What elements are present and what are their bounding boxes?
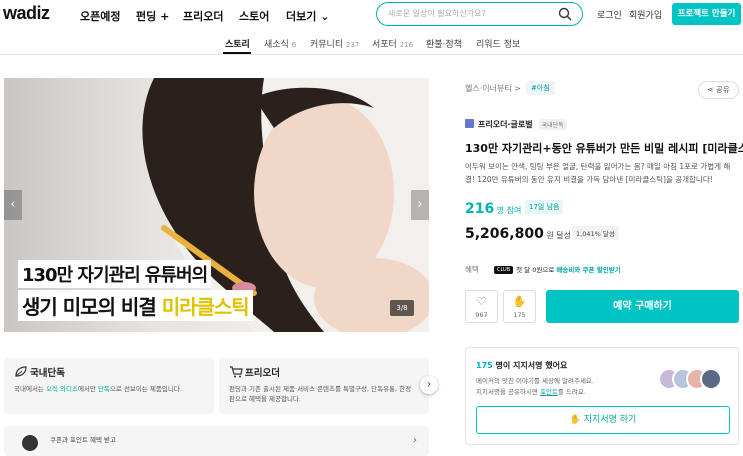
feature-title: 국내단독 bbox=[30, 368, 65, 379]
chevron-right-icon: › bbox=[413, 435, 417, 446]
carousel-next-button[interactable]: › bbox=[411, 190, 429, 220]
features-next-button[interactable]: › bbox=[420, 376, 438, 394]
club-badge: CLUB bbox=[494, 266, 514, 274]
heart-icon: ♡ bbox=[476, 295, 487, 308]
category-breadcrumb[interactable]: 헬스·이너뷰티 > bbox=[465, 83, 521, 94]
hero-caption-line2: 생기 미모의 비결 미라클스틱 bbox=[18, 290, 253, 321]
story-tabs: 스토리 새소식 6 커뮤니티 237 서포터 216 환불·정책 리워드 정보 bbox=[0, 31, 743, 55]
support-title: 175 명이 지지서명 했어요 bbox=[476, 361, 568, 370]
club-benefit-link[interactable]: CLUB 첫 달 0원으로 배송비와 쿠폰 할인받기 bbox=[494, 264, 621, 274]
support-desc: 메이커의 멋진 이야기를 세상에 알려주세요. 지지서명을 공유하시면 포인트를 … bbox=[476, 377, 594, 396]
product-title: 130만 자기관리+동안 유튜버가 만든 비밀 레시피 [미라클스틱] bbox=[465, 142, 743, 155]
carousel-pager: 3/8 bbox=[390, 300, 414, 316]
search-placeholder: 새로운 일상이 필요하신가요? bbox=[388, 9, 486, 18]
avatar bbox=[700, 368, 722, 390]
domestic-exclusive-badge: 국내단독 bbox=[538, 119, 567, 130]
login-link[interactable]: 로그인 bbox=[597, 8, 622, 21]
feature-card-preorder: 프리오더 펀딩과 기존 출시된 제품·서비스·콘텐츠를 특별구성, 단독유통, … bbox=[219, 358, 429, 414]
product-image-carousel[interactable]: ‹ › 130만 자기관리 유튜버의 생기 미모의 비결 미라클스틱 3/8 bbox=[4, 78, 429, 332]
search-input[interactable]: 새로운 일상이 필요하신가요? bbox=[376, 2, 583, 26]
tab-story[interactable]: 스토리 bbox=[225, 37, 250, 50]
feature-title: 프리오더 bbox=[245, 368, 280, 379]
support-signature-box: 175 명이 지지서명 했어요 메이커의 멋진 이야기를 세상에 알려주세요. 지… bbox=[465, 347, 739, 445]
participants-stat: 216 명 참여 bbox=[465, 201, 522, 217]
feature-desc: 펀딩과 기존 출시된 제품·서비스·콘텐츠를 특별구성, 단독유통, 한정 판으로… bbox=[229, 385, 412, 403]
tab-supporters[interactable]: 서포터 216 bbox=[372, 37, 413, 50]
create-project-button[interactable]: 프로젝트 만들기 bbox=[672, 3, 741, 25]
hashtag-badge[interactable]: #아침 bbox=[526, 81, 555, 95]
product-description: 어두워 보이는 안색, 팅팅 부은 얼굴, 탄력을 잃어가는 몸? 매일 아침 … bbox=[465, 162, 731, 184]
cart-icon bbox=[230, 366, 243, 378]
tab-reward-info[interactable]: 리워드 정보 bbox=[476, 37, 520, 50]
leaf-icon bbox=[15, 366, 27, 377]
amount-stat: 5,206,800 원 달성 bbox=[465, 226, 571, 242]
achievement-percent-badge: 1,041% 달성 bbox=[572, 226, 619, 240]
days-left-badge: 17일 남음 bbox=[525, 200, 564, 214]
like-button[interactable]: ♡ 967 bbox=[465, 290, 498, 323]
clap-icon: ✋ bbox=[512, 295, 527, 308]
supporter-avatars bbox=[658, 368, 724, 390]
coupon-text: 쿠폰과 포인트 혜택 받고 bbox=[50, 436, 116, 444]
nav-preorder[interactable]: 프리오더 bbox=[183, 8, 223, 24]
tab-refund-policy[interactable]: 환불·정책 bbox=[426, 37, 462, 50]
tab-community[interactable]: 커뮤니티 237 bbox=[310, 37, 359, 50]
feature-desc: 국내에서는 오직 와디즈에서만 단독으로 선보이는 제품입니다. bbox=[14, 385, 182, 393]
maker-label[interactable]: 프리오더·글로벌 국내단독 bbox=[465, 119, 567, 130]
wadiz-logo[interactable]: wadiz bbox=[3, 3, 50, 24]
benefit-label: 혜택 bbox=[465, 265, 479, 274]
hero-caption-line1: 130만 자기관리 유튜버의 bbox=[18, 260, 212, 288]
tab-news[interactable]: 새소식 6 bbox=[264, 37, 296, 50]
coupon-benefit-banner[interactable]: 쿠폰과 포인트 혜택 받고 › bbox=[4, 426, 429, 456]
carousel-prev-button[interactable]: ‹ bbox=[4, 190, 22, 220]
nav-store[interactable]: 스토어 bbox=[239, 8, 269, 24]
cheer-count: 175 bbox=[513, 311, 526, 319]
cheer-button[interactable]: ✋ 175 bbox=[503, 290, 536, 323]
share-button[interactable]: ⋖ 공유 bbox=[698, 81, 739, 99]
search-icon[interactable] bbox=[558, 7, 572, 21]
feature-card-domestic-exclusive: 국내단독 국내에서는 오직 와디즈에서만 단독으로 선보이는 제품입니다. bbox=[4, 358, 214, 414]
maker-icon bbox=[465, 119, 474, 128]
nav-open-soon[interactable]: 오픈예정 bbox=[80, 8, 120, 24]
nav-funding[interactable]: 펀딩 + bbox=[136, 8, 169, 24]
signup-link[interactable]: 회원가입 bbox=[629, 8, 662, 21]
top-bar: wadiz 오픈예정 펀딩 + 프리오더 스토어 더보기 ⌄ 새로운 일상이 필… bbox=[0, 0, 743, 31]
share-icon: ⋖ bbox=[707, 85, 716, 94]
clap-icon: ✋ bbox=[569, 415, 584, 425]
active-tab-indicator bbox=[223, 52, 251, 54]
support-signature-button[interactable]: ✋ 지지서명 하기 bbox=[476, 406, 730, 434]
nav-more[interactable]: 더보기 ⌄ bbox=[286, 8, 329, 24]
like-count: 967 bbox=[475, 311, 488, 319]
preorder-buy-button[interactable]: 예약 구매하기 bbox=[546, 290, 739, 323]
